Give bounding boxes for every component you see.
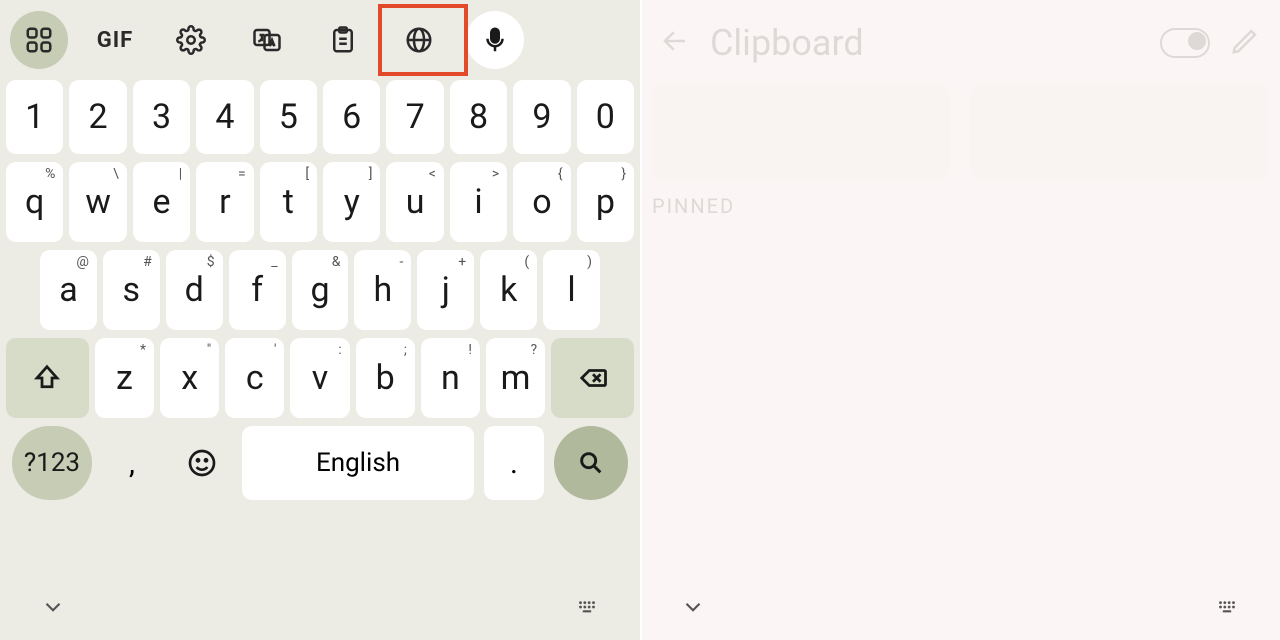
key-u[interactable]: u< [386,162,443,242]
backspace-key[interactable] [551,338,634,418]
key-i[interactable]: i> [450,162,507,242]
key-o[interactable]: o{ [513,162,570,242]
key-v[interactable]: v: [290,338,349,418]
key-e[interactable]: e| [133,162,190,242]
key-z[interactable]: z* [95,338,154,418]
key-s[interactable]: s# [103,250,160,330]
symbols-key[interactable]: ?123 [12,426,92,500]
pane-divider [640,0,642,640]
keyboard-handle-icon[interactable] [1214,594,1240,624]
key-2[interactable]: 2 [69,80,126,154]
key-r[interactable]: r= [196,162,253,242]
keyboard-pane: GIF 1 2 3 4 5 [0,0,640,640]
key-l[interactable]: l) [543,250,600,330]
key-8[interactable]: 8 [450,80,507,154]
key-j[interactable]: j+ [417,250,474,330]
settings-icon[interactable] [162,11,220,69]
key-3[interactable]: 3 [133,80,190,154]
keyboard-handle-icon[interactable] [574,594,600,624]
key-k[interactable]: k( [480,250,537,330]
collapse-keyboard-icon[interactable] [40,594,66,624]
clipboard-pane: Clipboard PINNED Ar Ar Ar 4. Overlay Net… [640,0,1280,640]
key-m[interactable]: m? [486,338,545,418]
key-g[interactable]: g& [292,250,349,330]
key-p[interactable]: p} [577,162,634,242]
mic-icon[interactable] [466,11,524,69]
key-5[interactable]: 5 [260,80,317,154]
letter-row-1: q% w\ e| r= t[ y] u< i> o{ p} [6,162,634,242]
grid-icon[interactable] [10,11,68,69]
clipboard-highlight [378,4,468,76]
key-7[interactable]: 7 [386,80,443,154]
key-4[interactable]: 4 [196,80,253,154]
letter-row-3: z* x" c' v: b; n! m? [6,338,634,418]
key-a[interactable]: a@ [40,250,97,330]
period-key[interactable]: . [484,426,544,500]
emoji-key[interactable] [172,426,232,500]
collapse-keyboard-icon[interactable] [680,594,706,624]
key-6[interactable]: 6 [323,80,380,154]
key-q[interactable]: q% [6,162,63,242]
key-c[interactable]: c' [225,338,284,418]
key-x[interactable]: x" [160,338,219,418]
keyboard-top-toolbar: GIF [0,0,640,80]
nav-bar-right [640,584,1280,634]
clipboard-icon[interactable] [314,11,372,69]
key-0[interactable]: 0 [577,80,634,154]
key-d[interactable]: d$ [166,250,223,330]
overlay-scrim [640,0,1280,640]
translate-icon[interactable] [238,11,296,69]
nav-bar-left [0,584,640,634]
comma-key[interactable]: , [102,426,162,500]
key-n[interactable]: n! [421,338,480,418]
key-t[interactable]: t[ [260,162,317,242]
key-f[interactable]: f_ [229,250,286,330]
spacebar[interactable]: English [242,426,474,500]
letter-row-2: a@ s# d$ f_ g& h- j+ k( l) [6,250,634,330]
key-w[interactable]: w\ [69,162,126,242]
key-9[interactable]: 9 [513,80,570,154]
key-h[interactable]: h- [354,250,411,330]
search-key[interactable] [554,426,628,500]
shift-key[interactable] [6,338,89,418]
key-b[interactable]: b; [356,338,415,418]
bottom-row: ?123 , English . [6,426,634,500]
gif-button[interactable]: GIF [86,11,144,69]
number-row: 1 2 3 4 5 6 7 8 9 0 [6,80,634,154]
key-1[interactable]: 1 [6,80,63,154]
key-y[interactable]: y] [323,162,380,242]
